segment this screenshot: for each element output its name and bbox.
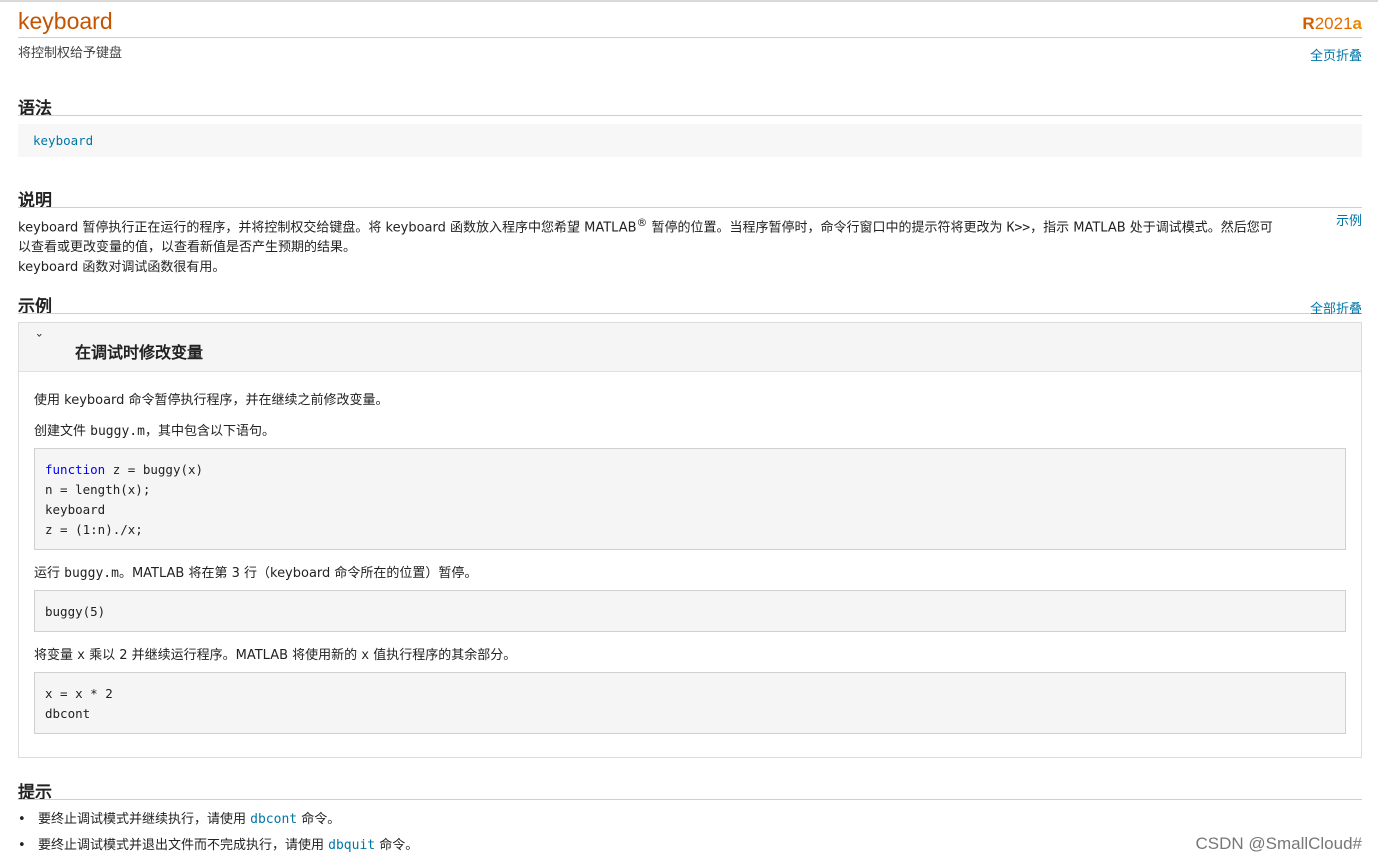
example-intro: 使用 keyboard 命令暂停执行程序，并在继续之前修改变量。 xyxy=(34,393,389,408)
tip-text-a: 要终止调试模式并退出文件而不完成执行，请使用 xyxy=(38,838,329,853)
tip-text-a: 要终止调试模式并继续执行，请使用 xyxy=(38,812,251,827)
tip-text-b: 命令。 xyxy=(297,812,341,827)
tip-text-b: 命令。 xyxy=(375,838,419,853)
example-step-run: 运行 buggy.m。MATLAB 将在第 3 行（keyboard 命令所在的… xyxy=(34,562,477,581)
step-run-text-a: 运行 xyxy=(34,566,65,581)
release-year: 2021 xyxy=(1314,14,1353,33)
list-item: • 要终止调试模式并退出文件而不完成执行，请使用 dbquit 命令。 xyxy=(18,834,418,853)
step-modify-text-c: 值执行程序的其余部分。 xyxy=(369,648,517,663)
file-name: buggy.m xyxy=(64,566,119,581)
step-modify-text-b: 乘以 2 并继续运行程序。MATLAB 将使用新的 xyxy=(84,648,362,663)
code-block-function: function z = buggy(x) n = length(x); key… xyxy=(34,448,1346,550)
function-purpose: 将控制权给予键盘 xyxy=(18,46,123,61)
chevron-down-icon[interactable]: ˇ xyxy=(35,334,43,349)
syntax-code-link[interactable]: keyboard xyxy=(33,133,93,148)
debug-prompt: K>> xyxy=(1006,220,1031,236)
collapse-all-link[interactable]: 全部折叠 xyxy=(1310,298,1362,317)
step-modify-text-a: 将变量 xyxy=(34,648,78,663)
description-paragraph-1: keyboard 暂停执行正在运行的程序，并将控制权交给键盘。将 keyboar… xyxy=(18,213,1283,258)
page-title: keyboard xyxy=(18,8,113,34)
list-item: • 要终止调试模式并继续执行，请使用 dbcont 命令。 xyxy=(18,808,340,827)
bullet: • xyxy=(18,838,26,853)
description-paragraph-2: keyboard 函数对调试函数很有用。 xyxy=(18,260,226,275)
description-text-a: keyboard 暂停执行正在运行的程序，并将控制权交给键盘。将 keyboar… xyxy=(18,220,637,236)
example-title[interactable]: 在调试时修改变量 xyxy=(75,339,203,363)
example-step-create: 创建文件 buggy.m，其中包含以下语句。 xyxy=(34,420,275,439)
step-create-text-b: ，其中包含以下语句。 xyxy=(144,424,275,439)
syntax-divider xyxy=(18,115,1362,116)
release-badge: R2021a xyxy=(1302,14,1362,34)
syntax-box xyxy=(18,124,1362,157)
description-divider xyxy=(18,207,1362,208)
step-run-text-b: 。MATLAB 将在第 3 行（keyboard 命令所在的位置）暂停。 xyxy=(118,566,478,581)
dbquit-link[interactable]: dbquit xyxy=(328,838,375,853)
title-divider xyxy=(18,37,1362,38)
code-block-run: buggy(5) xyxy=(34,590,1346,632)
variable-x: x xyxy=(361,648,370,663)
keyword-function: function xyxy=(45,462,106,477)
description-text-b: 暂停的位置。当程序暂停时，命令行窗口中的提示符将更改为 xyxy=(647,220,1007,236)
registered-mark: ® xyxy=(636,216,648,229)
dbcont-link[interactable]: dbcont xyxy=(250,812,297,827)
file-name: buggy.m xyxy=(90,424,145,439)
release-a: a xyxy=(1352,14,1362,33)
step-create-text-a: 创建文件 xyxy=(34,424,91,439)
code-block-modify: x = x * 2 dbcont xyxy=(34,672,1346,734)
bullet: • xyxy=(18,812,26,827)
release-r: R xyxy=(1302,14,1315,33)
examples-divider xyxy=(18,313,1362,314)
example-anchor-link[interactable]: 示例 xyxy=(1336,210,1362,229)
tips-divider xyxy=(18,799,1362,800)
variable-x: x xyxy=(77,648,85,663)
example-card-header[interactable] xyxy=(19,323,1361,372)
watermark: CSDN @SmallCloud# xyxy=(1195,834,1362,853)
collapse-page-link[interactable]: 全页折叠 xyxy=(1310,45,1362,64)
example-step-modify: 将变量 x 乘以 2 并继续运行程序。MATLAB 将使用新的 x 值执行程序的… xyxy=(34,644,516,663)
